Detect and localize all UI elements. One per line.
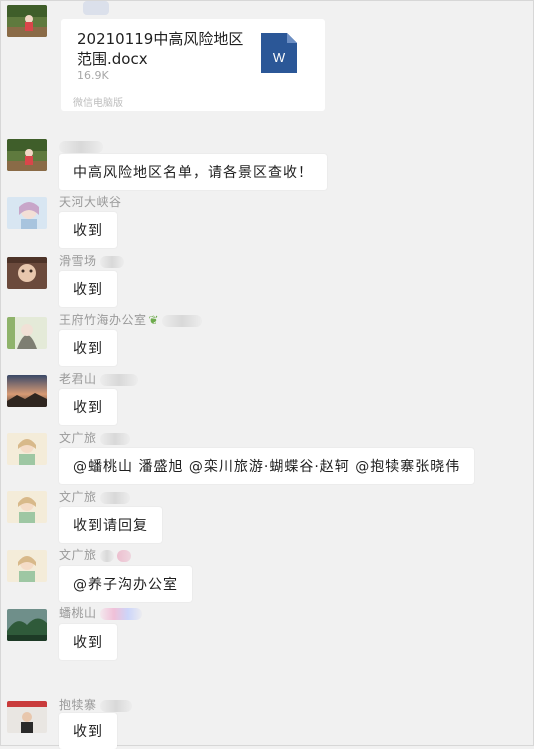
avatar[interactable] bbox=[7, 5, 47, 37]
message-bubble[interactable]: 收到 bbox=[59, 389, 117, 425]
message-bubble[interactable]: @蟠桃山 潘盛旭 @栾川旅游·蝴蝶谷·赵轲 @抱犊寨张晓伟 bbox=[59, 448, 475, 484]
avatar-image bbox=[7, 701, 47, 733]
avatar-image bbox=[7, 5, 47, 37]
svg-text:W: W bbox=[273, 50, 286, 65]
blurred-sender-name bbox=[83, 1, 109, 15]
avatar-image bbox=[7, 491, 47, 523]
blurred-name-part bbox=[162, 314, 203, 327]
sender-name: 天河大峡谷 bbox=[59, 195, 122, 209]
blurred-name-part bbox=[116, 549, 131, 562]
message-bubble[interactable]: 收到 bbox=[59, 624, 117, 660]
avatar-image bbox=[7, 550, 47, 582]
avatar-image bbox=[7, 433, 47, 465]
blurred-name-part bbox=[99, 432, 130, 445]
avatar[interactable] bbox=[7, 550, 47, 582]
avatar[interactable] bbox=[7, 701, 47, 733]
blurred-name-part bbox=[99, 607, 142, 620]
message-bubble[interactable]: 收到 bbox=[59, 330, 117, 366]
file-source: 微信电脑版 bbox=[73, 98, 123, 109]
avatar[interactable] bbox=[7, 317, 47, 349]
sender-name: 王府竹海办公室 ❦ bbox=[59, 311, 203, 328]
avatar-image bbox=[7, 317, 47, 349]
avatar[interactable] bbox=[7, 491, 47, 523]
blurred-name-part bbox=[99, 699, 132, 712]
sender-name: 文广旅 bbox=[59, 429, 130, 446]
avatar[interactable] bbox=[7, 257, 47, 289]
message-bubble[interactable]: @养子沟办公室 bbox=[59, 566, 192, 602]
sender-name: 文广旅 bbox=[59, 488, 130, 505]
blurred-name-part bbox=[99, 549, 114, 562]
avatar-image bbox=[7, 139, 47, 171]
blurred-name-part bbox=[59, 140, 103, 153]
blurred-name-part bbox=[99, 255, 124, 268]
avatar-image bbox=[7, 257, 47, 289]
sender-name: 滑雪场 bbox=[59, 252, 124, 269]
chat-history: 20210119中高风险地区范围.docx 16.9K 微信电脑版 W 中高风险… bbox=[1, 1, 534, 749]
sender-name: 文广旅 bbox=[59, 546, 131, 563]
file-size: 16.9K bbox=[77, 69, 109, 82]
blurred-name-part bbox=[99, 491, 130, 504]
avatar[interactable] bbox=[7, 197, 47, 229]
sender-name: 抱犊寨 bbox=[59, 696, 132, 713]
message-bubble[interactable]: 中高风险地区名单，请各景区查收！ bbox=[59, 154, 327, 190]
message-bubble[interactable]: 收到请回复 bbox=[59, 507, 162, 543]
avatar[interactable] bbox=[7, 375, 47, 407]
blurred-name-part bbox=[99, 373, 138, 386]
avatar[interactable] bbox=[7, 139, 47, 171]
avatar[interactable] bbox=[7, 433, 47, 465]
avatar-image bbox=[7, 375, 47, 407]
leaf-emoji-icon: ❦ bbox=[148, 313, 160, 327]
word-document-icon: W bbox=[261, 33, 297, 73]
avatar[interactable] bbox=[7, 609, 47, 641]
message-bubble[interactable]: 收到 bbox=[59, 212, 117, 248]
file-name: 20210119中高风险地区范围.docx bbox=[77, 30, 244, 68]
message-bubble[interactable]: 收到 bbox=[59, 713, 117, 749]
avatar-image bbox=[7, 609, 47, 641]
avatar-image bbox=[7, 197, 47, 229]
sender-name bbox=[59, 139, 103, 153]
sender-name: 老君山 bbox=[59, 370, 138, 387]
sender-name: 蟠桃山 bbox=[59, 604, 142, 621]
file-message-card[interactable]: 20210119中高风险地区范围.docx 16.9K 微信电脑版 W bbox=[61, 19, 325, 111]
message-bubble[interactable]: 收到 bbox=[59, 271, 117, 307]
